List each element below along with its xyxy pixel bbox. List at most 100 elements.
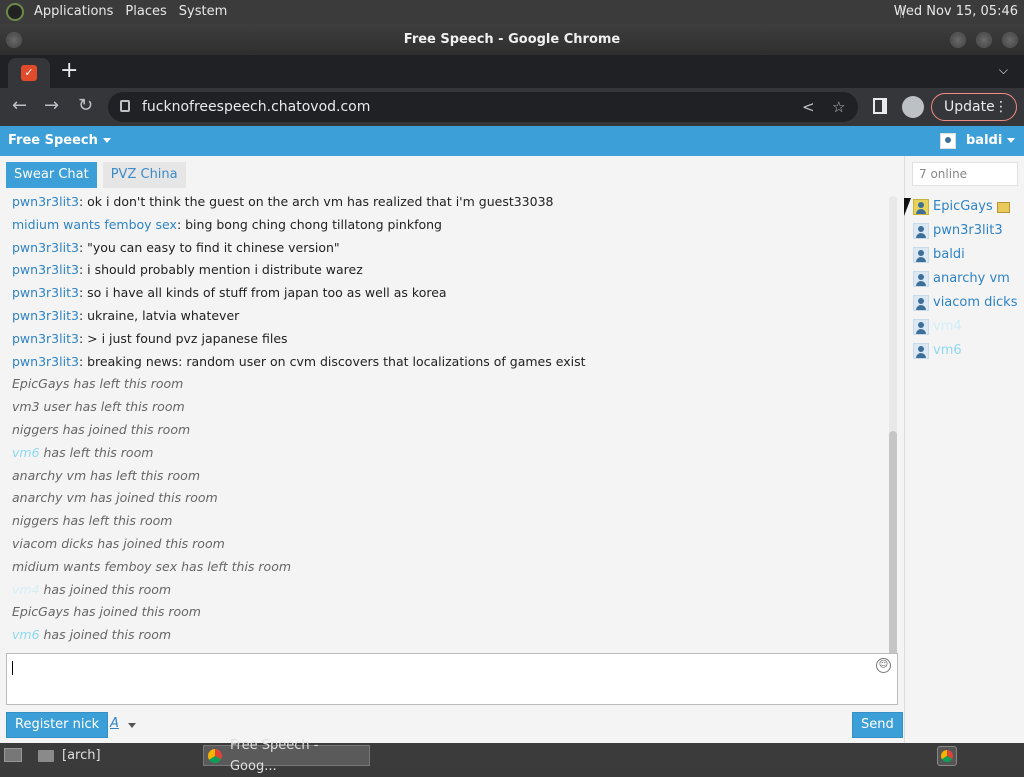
messages-scrollbar[interactable] (889, 196, 897, 678)
room-event-message: EpicGays has left this room (12, 373, 882, 396)
user-icon (913, 199, 929, 215)
user-name[interactable]: vm6 (933, 339, 962, 363)
menu-system[interactable]: System (173, 0, 233, 24)
message-text: has joined this room (39, 581, 172, 597)
chat-message: pwn3r3lit3: > i just found pvz japanese … (12, 328, 882, 351)
side-panel-icon[interactable] (873, 98, 887, 114)
chevron-down-icon[interactable] (128, 723, 136, 728)
message-text: has joined this room (58, 421, 191, 437)
message-text: has left this room (69, 376, 184, 392)
forward-arrow-icon[interactable]: → (44, 96, 59, 116)
send-button[interactable]: Send (852, 712, 903, 738)
chat-message: midium wants femboy sex: bing bong ching… (12, 214, 882, 237)
room-event-message: midium wants femboy sex has left this ro… (12, 556, 882, 579)
tab-pvz-china[interactable]: PVZ China (102, 162, 186, 188)
browser-toolbar: ← → ↻ fucknofreespeech.chatovod.com < ☆ … (0, 88, 1024, 126)
message-text: : "you can easy to find it chinese versi… (78, 239, 340, 255)
user-name[interactable]: viacom dicks (933, 291, 1017, 315)
clock[interactable]: Wed Nov 15, 05:46 (894, 0, 1018, 24)
user-list-item[interactable]: vm4 (913, 315, 1017, 339)
folder-icon (38, 749, 54, 762)
message-text: has left this room (86, 467, 200, 483)
user-name[interactable]: pwn3r3lit3 (933, 219, 1003, 243)
message-text: has joined this room (93, 535, 225, 551)
user-list-item[interactable]: EpicGays (913, 195, 1017, 219)
show-desktop-icon[interactable] (4, 748, 22, 762)
admin-crown-icon (996, 201, 1010, 213)
web-page: Free Speech baldi Swear Chat PVZ China p… (0, 126, 1024, 743)
message-input[interactable]: ☺ (6, 653, 898, 705)
more-menu-icon[interactable]: ⋮ (994, 94, 1008, 120)
user-icon (913, 319, 929, 335)
browser-tab[interactable]: ✓ (8, 58, 50, 88)
register-nick-button[interactable]: Register nick (6, 712, 109, 738)
chat-message: pwn3r3lit3: ok i don't think the guest o… (12, 191, 882, 214)
user-name[interactable]: vm4 (933, 315, 962, 339)
message-nick[interactable]: pwn3r3lit3 (12, 354, 79, 369)
user-icon (913, 343, 929, 359)
chat-message: pwn3r3lit3: so i have all kinds of stuff… (12, 282, 882, 305)
user-list-item[interactable]: anarchy vm (913, 267, 1017, 291)
new-tab-button[interactable]: + (60, 59, 78, 83)
taskbar-item-chrome[interactable]: Free Speech - Goog... (203, 738, 370, 774)
message-text: has joined this room (69, 604, 201, 620)
tab-search-chevron-icon[interactable]: ⌵ (999, 63, 1008, 78)
message-nick: vm4 (12, 581, 40, 597)
emoji-icon[interactable]: ☺ (876, 658, 891, 673)
message-nick[interactable]: pwn3r3lit3 (12, 194, 79, 209)
tray-chrome-icon[interactable] (937, 746, 957, 766)
room-event-message: vm6 has joined this room (12, 624, 882, 647)
message-nick[interactable]: pwn3r3lit3 (12, 240, 79, 255)
lock-icon[interactable] (120, 100, 130, 112)
user-avatar-icon (940, 132, 956, 149)
user-list-item[interactable]: vm6 (913, 339, 1017, 363)
message-text: : so i have all kinds of stuff from japa… (78, 285, 447, 301)
user-name[interactable]: EpicGays (933, 195, 993, 219)
back-arrow-icon[interactable]: ← (12, 96, 27, 116)
maximize-icon[interactable] (976, 32, 992, 48)
user-menu[interactable]: baldi (940, 126, 1016, 156)
user-icon (913, 295, 929, 311)
url-text[interactable]: fucknofreespeech.chatovod.com (142, 92, 370, 122)
site-brand-menu[interactable]: Free Speech (8, 126, 111, 156)
room-tabs: Swear Chat PVZ China (6, 162, 192, 188)
chat-message: pwn3r3lit3: i should probably mention i … (12, 259, 882, 282)
message-nick: anarchy vm (12, 467, 87, 483)
room-event-message: vm4 has joined this room (12, 579, 882, 602)
message-nick: anarchy vm (12, 490, 87, 506)
message-nick: vm6 (12, 444, 40, 460)
user-list-item[interactable]: baldi (913, 243, 1017, 267)
user-pane: 7 online EpicGays pwn3r3lit3 baldi anarchy … (904, 156, 1024, 743)
taskbar-item-arch[interactable]: [arch] (34, 745, 198, 766)
minimize-icon[interactable] (950, 32, 966, 48)
user-list-item[interactable]: pwn3r3lit3 (913, 219, 1017, 243)
chat-message: pwn3r3lit3: breaking news: random user o… (12, 351, 882, 374)
message-nick[interactable]: pwn3r3lit3 (12, 331, 79, 346)
user-list-item[interactable]: viacom dicks (913, 291, 1017, 315)
message-nick[interactable]: midium wants femboy sex (12, 217, 177, 232)
message-text: : i should probably mention i distribute… (78, 262, 363, 278)
room-event-message: niggers has joined this room (12, 419, 882, 442)
message-nick: vm3 user (12, 399, 71, 415)
profile-avatar-icon[interactable] (902, 96, 924, 118)
message-nick[interactable]: pwn3r3lit3 (12, 285, 79, 300)
user-name[interactable]: baldi (933, 243, 965, 267)
reload-icon[interactable]: ↻ (78, 96, 93, 116)
message-nick[interactable]: pwn3r3lit3 (12, 262, 79, 277)
bookmark-star-icon[interactable]: ☆ (832, 98, 845, 116)
window-titlebar[interactable]: Free Speech - Google Chrome (0, 24, 1024, 55)
tab-swear-chat[interactable]: Swear Chat (6, 162, 97, 188)
font-style-button[interactable]: A (110, 716, 119, 731)
update-button[interactable]: Update ⋮ (931, 93, 1017, 121)
address-bar[interactable]: fucknofreespeech.chatovod.com < ☆ (108, 92, 858, 122)
close-icon[interactable] (1002, 32, 1018, 48)
message-text: has left this room (39, 444, 154, 460)
menu-places[interactable]: Places (119, 0, 172, 24)
user-name[interactable]: anarchy vm (933, 267, 1010, 291)
distro-logo-icon[interactable] (6, 3, 24, 21)
message-text: : ok i don't think the guest on the arch… (78, 194, 554, 209)
scrollbar-thumb[interactable] (889, 431, 897, 676)
share-icon[interactable]: < (802, 98, 815, 116)
message-nick[interactable]: pwn3r3lit3 (12, 308, 79, 323)
menu-applications[interactable]: Applications (28, 0, 119, 24)
